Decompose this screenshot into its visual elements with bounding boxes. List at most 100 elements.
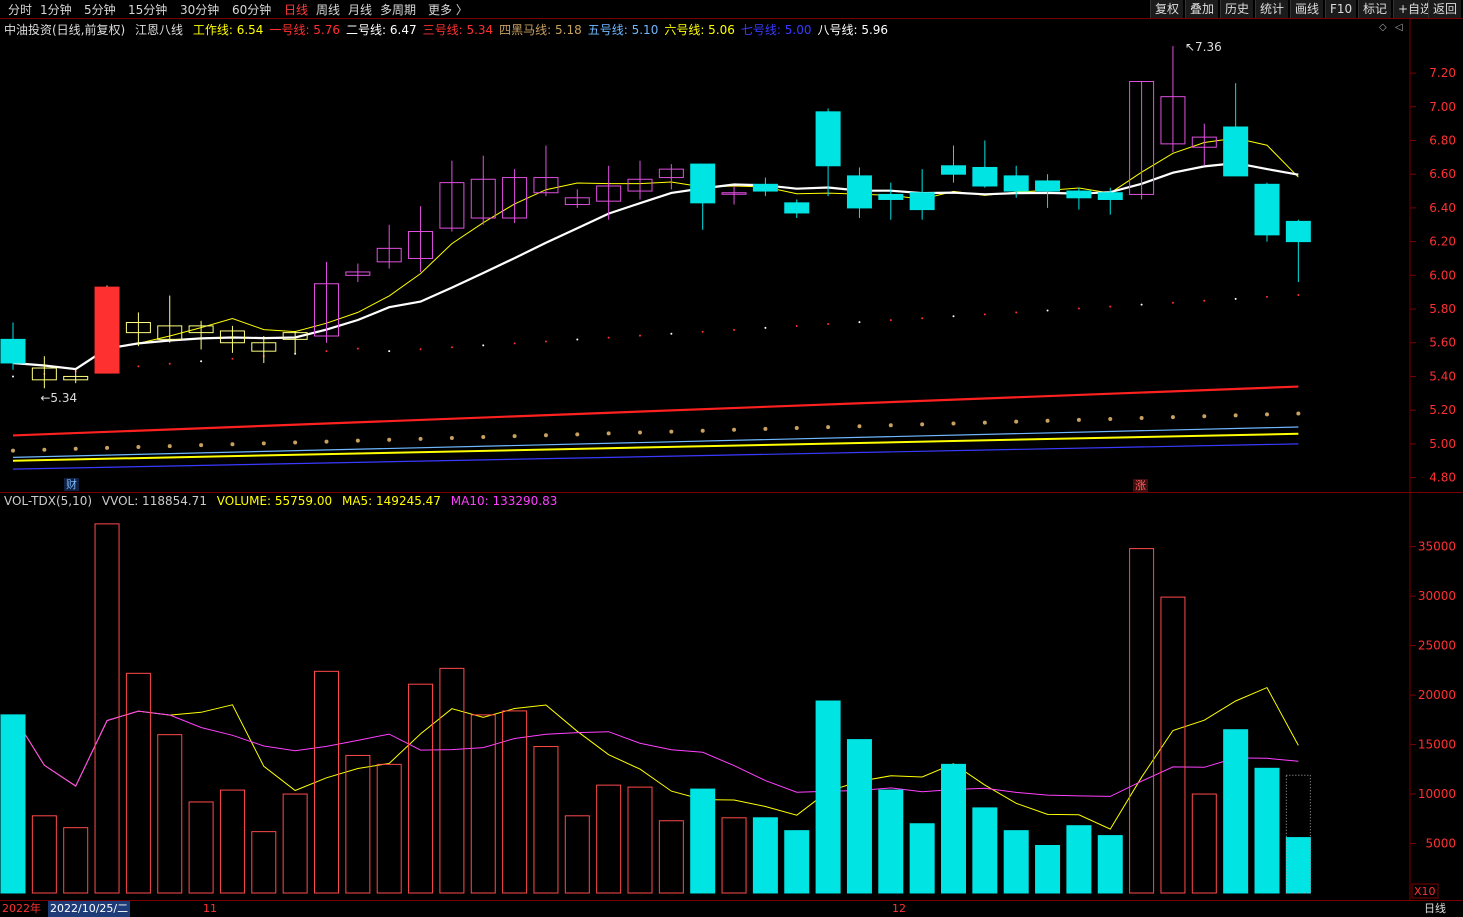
tab-monthly[interactable]: 月线 [348,1,372,18]
dot-line-4 [73,446,78,451]
candle-body [972,166,998,187]
volume-bar [846,739,872,894]
high-label: ↖7.36 [1185,40,1222,54]
candle-body [784,202,810,214]
candle-body [752,183,778,192]
volume-bar [1254,767,1280,894]
working-line [12,137,1299,370]
volume-bar [1066,825,1092,894]
stock-name: 中油投资(日线,前复权) [4,23,126,37]
statistics-button[interactable]: 统计 [1255,0,1289,18]
draw-line-button[interactable]: 画线 [1290,0,1324,18]
back-button[interactable]: 返回 [1428,0,1462,18]
dot-line-4 [261,441,266,446]
volume-tick-label: 20000 [1418,688,1456,702]
candle [690,163,716,230]
year-label: 2022年 [2,902,41,915]
dot-line-1 [419,348,422,351]
cursor-date: 2022/10/25/二 [48,901,131,917]
tab-1min[interactable]: 1分钟 [40,1,72,18]
candle [784,199,810,219]
dot-line-1 [576,338,579,341]
dot-line-4 [1045,418,1050,423]
candle-body [1003,175,1029,192]
dot-line-4 [1076,417,1081,422]
dot-line-4 [230,442,235,447]
month-12: 12 [892,902,906,915]
expand-icon[interactable]: ◁ [1395,22,1403,33]
dot-line-1 [701,330,704,333]
price-tick-label: 6.40 [1429,201,1456,215]
tab-15min[interactable]: 15分钟 [128,1,167,18]
dot-line-1 [764,326,767,329]
dot-line-1 [1234,297,1237,300]
dot-line-4 [857,424,862,429]
tab-more[interactable]: 更多 〉 [428,1,468,18]
dot-line-1 [889,319,892,322]
dot-line-4 [199,443,204,448]
candle [31,356,57,389]
dot-line-1 [827,323,830,326]
vol-indicator-name: VOL-TDX(5,10) [4,494,93,508]
cai-badge[interactable]: 财 [64,478,79,491]
dot-line-4 [481,435,486,440]
dot-line-4 [1296,411,1301,416]
diamond-icon[interactable]: ◇ [1379,22,1387,33]
candle [1160,46,1186,153]
f10-button[interactable]: F10 [1325,0,1357,18]
volume-bar [408,683,434,894]
volume-tick-label: 25000 [1418,639,1456,653]
candle-body [94,286,120,374]
overlay-button[interactable]: 叠加 [1185,0,1219,18]
volume-tick-label: 5000 [1425,837,1456,851]
candle [846,167,872,219]
tab-5min[interactable]: 5分钟 [84,1,116,18]
history-button[interactable]: 历史 [1220,0,1254,18]
candle-body [1097,192,1123,200]
volume-ma10-line [12,710,1299,797]
tab-60min[interactable]: 60分钟 [232,1,271,18]
ma10-value: MA10: 133290.83 [450,494,558,508]
volume-bar [219,789,245,894]
price-tick-label: 7.20 [1429,66,1456,80]
tab-daily[interactable]: 日线 [284,1,308,18]
mark-button[interactable]: 标记 [1358,0,1392,18]
dot-line-1 [1203,299,1206,302]
tab-fenshi[interactable]: 分时 [8,1,32,18]
candle [0,322,26,370]
line-value-2: 一号线: 5.76 [269,23,341,37]
candle [439,160,465,232]
dot-line-4 [763,426,768,431]
dot-line-4 [920,422,925,427]
tab-multi-period[interactable]: 多周期 [380,1,416,18]
volume-bar [941,763,966,894]
volume-bar [627,786,653,894]
dot-line-1 [983,313,986,316]
tab-30min[interactable]: 30分钟 [180,1,219,18]
dot-line-4 [105,445,110,450]
candle [878,182,904,220]
chart-canvas[interactable]: ↖7.36 ←5.34 7.20 7.00 6.80 6.60 6.40 6.20 6.00 5… [0,0,1463,917]
tab-weekly[interactable]: 周线 [316,1,340,18]
line-value-4: 三号线: 5.34 [422,23,494,37]
volume-bar [125,672,151,894]
volume-bar [1223,729,1249,894]
zhang-badge[interactable]: 涨 [1133,479,1148,492]
volume-bar [314,670,339,894]
volume-bar [784,830,810,894]
candle [1223,83,1249,177]
dot-line-4 [355,438,360,443]
dot-line-1 [670,332,673,335]
dot-line-1 [482,344,485,347]
dot-line-4 [1202,414,1207,419]
price-tick-label: 6.20 [1429,235,1456,249]
candle [564,189,590,208]
dot-line-4 [11,448,15,453]
volume-bar [1191,793,1217,894]
period-toolbar: 分时 1分钟 5分钟 15分钟 30分钟 60分钟 日线 周线 月线 多周期 更… [0,0,1463,18]
volume-bar [0,714,26,894]
candle [408,206,434,272]
fuquan-button[interactable]: 复权 [1150,0,1184,18]
volume-bar [470,714,496,894]
dot-line-4 [732,427,737,432]
